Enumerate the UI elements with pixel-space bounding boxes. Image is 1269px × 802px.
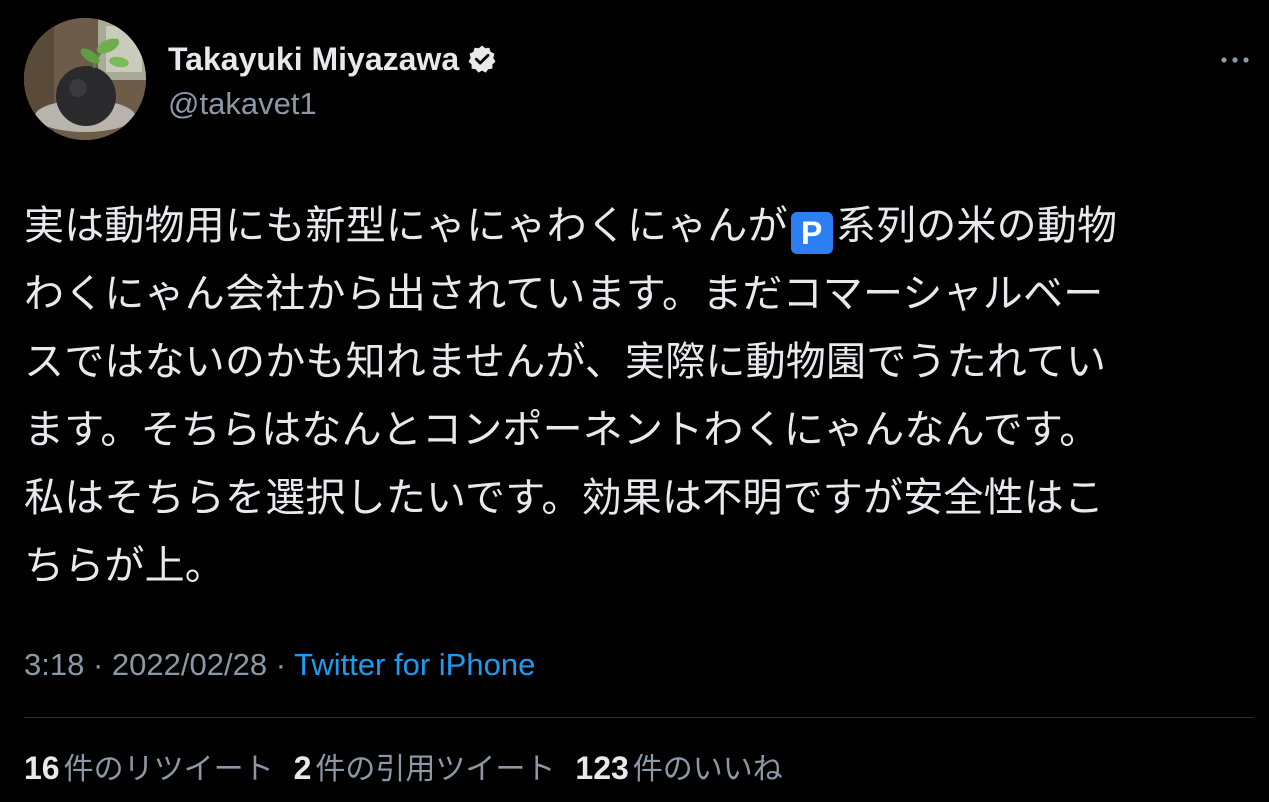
author-display-name[interactable]: Takayuki Miyazawa	[168, 40, 459, 78]
quotes-stat[interactable]: 2 件の引用ツイート	[294, 744, 556, 788]
retweets-stat[interactable]: 16 件のリツイート	[24, 744, 274, 788]
more-options-icon[interactable]	[1219, 50, 1251, 70]
tweet-source-link[interactable]: Twitter for iPhone	[294, 647, 535, 682]
author-handle[interactable]: @takavet1	[168, 86, 497, 122]
meta-separator: ·	[92, 647, 104, 682]
quotes-count: 2	[293, 750, 312, 786]
tweet-meta: 3:18 · 2022/02/28 · Twitter for iPhone	[24, 644, 535, 686]
tweet-header: Takayuki Miyazawa @takavet1	[24, 18, 1251, 142]
likes-label: 件のいいね	[632, 752, 783, 787]
engagement-stats: 16 件のリツイート 2 件の引用ツイート 123 件のいいね	[24, 744, 783, 788]
verified-badge-icon	[468, 45, 496, 73]
avatar[interactable]	[24, 18, 146, 140]
quotes-label: 件の引用ツイート	[315, 752, 556, 787]
author-info: Takayuki Miyazawa @takavet1	[168, 40, 497, 122]
p-button-emoji: P	[790, 212, 833, 254]
avatar-image	[24, 18, 146, 140]
divider	[24, 717, 1253, 718]
tweet-text-part-1: 実は動物用にも新型にゃにゃわくにゃんが	[24, 203, 788, 249]
likes-count: 123	[575, 750, 629, 786]
author-name-line: Takayuki Miyazawa	[168, 40, 497, 78]
retweets-count: 16	[24, 750, 60, 786]
tweet-text: 実は動物用にも新型にゃにゃわくにゃんが P 系列の米の動物 わくにゃん会社から出され…	[24, 192, 1252, 600]
retweets-label: 件のリツイート	[63, 752, 274, 787]
tweet-text-part-2: 系列の米の動物 わくにゃん会社から出されています。まだコマーシャルベー スではな…	[24, 203, 1118, 589]
meta-separator: ·	[275, 647, 287, 682]
tweet-time[interactable]: 3:18	[24, 647, 84, 682]
likes-stat[interactable]: 123 件のいいね	[575, 744, 782, 788]
tweet-date[interactable]: 2022/02/28	[112, 647, 267, 682]
